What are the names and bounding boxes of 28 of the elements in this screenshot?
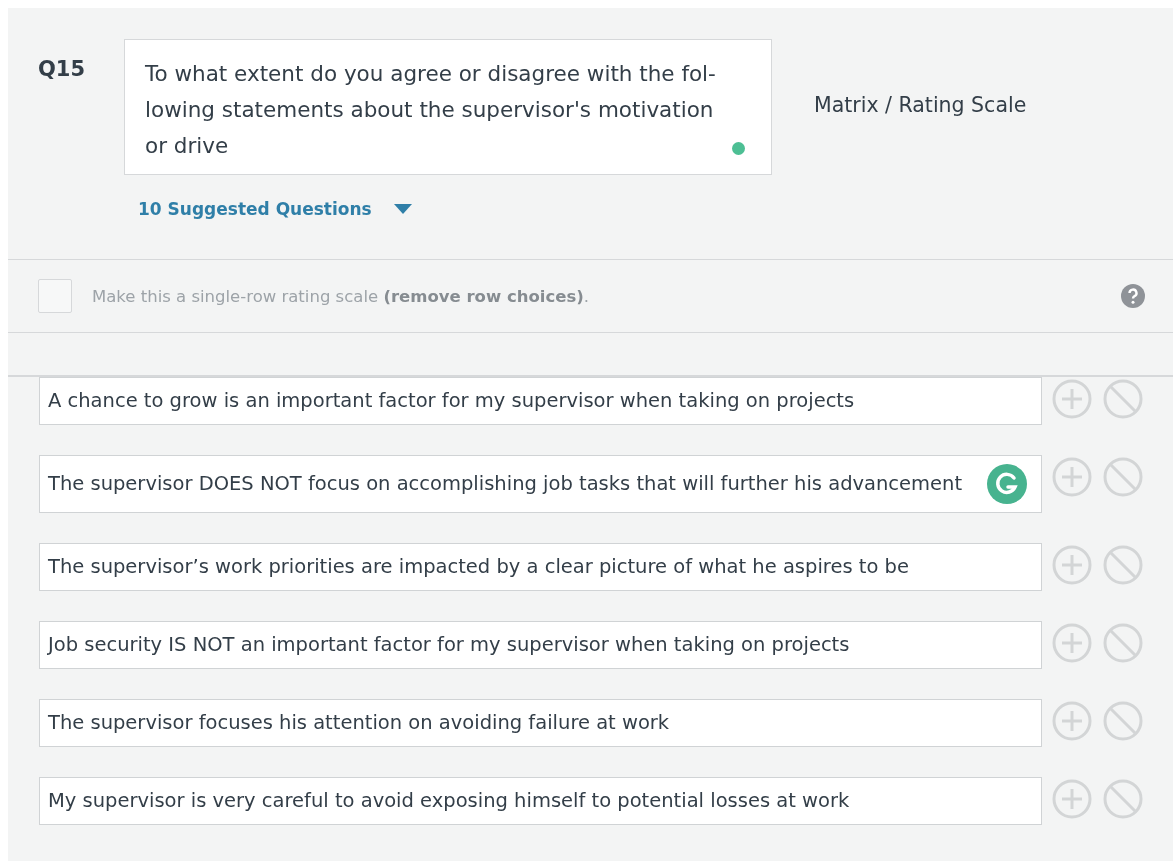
add-icon[interactable] [1052, 457, 1092, 497]
question-number: Q15 [38, 56, 87, 81]
caret-icon [393, 204, 412, 214]
row-choice-field[interactable]: The supervisor focuses his attention on avoiding failure at work [39, 699, 1042, 747]
row-choice-field[interactable]: My supervisor is very careful to avoid exposing himself to potential losses at work [39, 777, 1042, 825]
remove-icon[interactable] [1103, 701, 1143, 741]
single-row-label: Make this a single-row rating scale (remove row choices). [92, 286, 591, 306]
add-icon[interactable] [1052, 623, 1092, 663]
remove-icon[interactable] [1103, 457, 1143, 497]
question-field[interactable]: To what extent do you agree or disagree with the fol- lowing statements about the supervisor's motivation or drive [124, 39, 772, 175]
status-dot-icon [732, 142, 745, 155]
add-icon[interactable] [1052, 379, 1092, 419]
remove-icon[interactable] [1103, 379, 1143, 419]
question-type[interactable]: Matrix / Rating Scale [814, 93, 1027, 117]
row-choice-field[interactable]: Job security IS NOT an important factor for my supervisor when taking on projects [39, 621, 1042, 669]
checkbox[interactable] [38, 279, 72, 313]
grammar-badge-icon[interactable] [987, 464, 1027, 504]
add-icon[interactable] [1052, 701, 1092, 741]
add-icon[interactable] [1052, 545, 1092, 585]
row-choice-field[interactable]: A chance to grow is an important factor for my supervisor when taking on projects [39, 377, 1042, 425]
remove-icon[interactable] [1103, 779, 1143, 819]
help-icon[interactable] [1121, 284, 1145, 308]
remove-icon[interactable] [1103, 623, 1143, 663]
add-icon[interactable] [1052, 779, 1092, 819]
remove-icon[interactable] [1103, 545, 1143, 585]
row-choice-field[interactable]: The supervisor DOES NOT focus on accomplishing job tasks that will further his advancement [39, 455, 1042, 513]
row-choice-field[interactable]: The supervisor’s work priorities are impacted by a clear picture of what he aspires to be [39, 543, 1042, 591]
suggested-questions-link[interactable]: 10 Suggested Questions [138, 199, 412, 219]
